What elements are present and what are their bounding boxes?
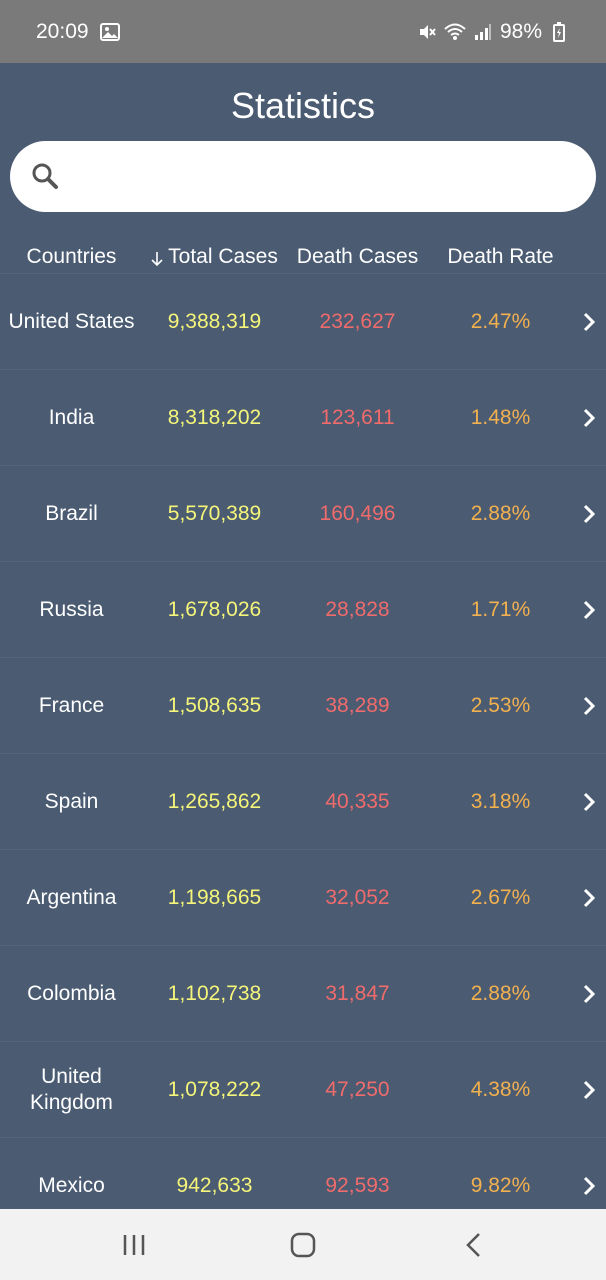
chevron-right-icon[interactable] [572, 466, 606, 562]
signal-icon [472, 21, 494, 43]
statistics-screen: Statistics Countries Total Cases Death C… [0, 63, 606, 1209]
death-rate: 4.38% [470, 1078, 531, 1101]
table-row[interactable]: United States 9,388,319 232,627 2.47% [0, 273, 606, 369]
table-row[interactable]: India 8,318,202 123,611 1.48% [0, 369, 606, 465]
country-name: United States [8, 310, 135, 333]
table-header: Countries Total Cases Death Cases Death … [0, 239, 606, 275]
page-title: Statistics [230, 85, 376, 126]
search-bar[interactable] [10, 141, 596, 212]
chevron-right-icon[interactable] [572, 1138, 606, 1209]
total-cases: 1,678,026 [167, 598, 262, 621]
total-cases: 8,318,202 [167, 406, 262, 429]
death-cases: 123,611 [320, 406, 395, 429]
country-name: India [48, 406, 95, 429]
death-cases: 28,828 [325, 598, 390, 621]
back-icon[interactable] [458, 1229, 490, 1261]
death-rate: 1.71% [470, 598, 531, 621]
chevron-right-icon[interactable] [572, 946, 606, 1042]
death-cases: 31,847 [325, 982, 390, 1005]
status-time: 20:09 [36, 19, 89, 43]
total-cases: 5,570,389 [167, 502, 262, 525]
country-name: Argentina [26, 886, 117, 909]
country-name: Russia [39, 598, 104, 621]
table-row[interactable]: Colombia 1,102,738 31,847 2.88% [0, 945, 606, 1041]
table-row[interactable]: Argentina 1,198,665 32,052 2.67% [0, 849, 606, 945]
death-rate: 1.48% [470, 406, 531, 429]
country-name: United Kingdom [30, 1065, 113, 1114]
death-cases: 38,289 [325, 694, 390, 717]
chevron-right-icon[interactable] [572, 562, 606, 658]
chevron-right-icon[interactable] [572, 658, 606, 754]
death-cases: 40,335 [325, 790, 390, 813]
chevron-right-icon[interactable] [572, 1042, 606, 1138]
country-name: France [38, 694, 105, 717]
statistics-table: United States 9,388,319 232,627 2.47% In… [0, 273, 606, 1209]
search-input[interactable] [76, 155, 576, 199]
death-cases: 47,250 [325, 1078, 390, 1101]
chevron-right-icon[interactable] [572, 274, 606, 370]
table-row[interactable]: France 1,508,635 38,289 2.53% [0, 657, 606, 753]
death-cases: 160,496 [319, 502, 396, 525]
mute-icon [416, 21, 438, 43]
total-cases: 1,265,862 [167, 790, 262, 813]
column-header-total-cases-label: Total Cases [168, 245, 278, 268]
table-row[interactable]: Brazil 5,570,389 160,496 2.88% [0, 465, 606, 561]
home-icon[interactable] [287, 1229, 319, 1261]
chevron-right-icon[interactable] [572, 754, 606, 850]
sort-descending-icon [151, 249, 163, 267]
table-row[interactable]: Russia 1,678,026 28,828 1.71% [0, 561, 606, 657]
total-cases: 9,388,319 [167, 310, 262, 333]
country-name: Brazil [45, 502, 98, 525]
search-icon [30, 161, 60, 191]
total-cases: 942,633 [176, 1174, 253, 1197]
total-cases: 1,198,665 [167, 886, 262, 909]
gallery-icon [99, 21, 121, 43]
death-cases: 232,627 [319, 310, 396, 333]
country-name: Spain [44, 790, 99, 813]
death-rate: 2.88% [470, 502, 531, 525]
death-cases: 32,052 [325, 886, 390, 909]
status-right: 98% [416, 20, 570, 44]
death-rate: 2.67% [470, 886, 531, 909]
column-header-total-cases[interactable]: Total Cases [143, 245, 286, 269]
column-header-death-cases[interactable]: Death Cases [286, 245, 429, 269]
death-rate: 2.53% [470, 694, 531, 717]
total-cases: 1,102,738 [167, 982, 262, 1005]
system-nav-bar [0, 1209, 606, 1280]
total-cases: 1,078,222 [167, 1078, 262, 1101]
battery-percent: 98% [499, 19, 542, 43]
death-rate: 2.88% [470, 982, 531, 1005]
recent-apps-icon[interactable] [118, 1229, 150, 1261]
death-rate: 9.82% [470, 1174, 531, 1197]
death-cases: 92,593 [325, 1174, 390, 1197]
table-row[interactable]: Mexico 942,633 92,593 9.82% [0, 1137, 606, 1209]
status-bar: 20:09 98% [0, 0, 606, 63]
status-left: 20:09 [36, 20, 121, 44]
chevron-right-icon[interactable] [572, 370, 606, 466]
battery-charging-icon [548, 21, 570, 43]
column-header-countries[interactable]: Countries [0, 245, 143, 269]
table-row[interactable]: United Kingdom 1,078,222 47,250 4.38% [0, 1041, 606, 1137]
table-row[interactable]: Spain 1,265,862 40,335 3.18% [0, 753, 606, 849]
death-rate: 3.18% [470, 790, 531, 813]
column-header-death-rate[interactable]: Death Rate [429, 245, 572, 269]
death-rate: 2.47% [470, 310, 531, 333]
country-name: Colombia [27, 982, 116, 1005]
total-cases: 1,508,635 [167, 694, 262, 717]
country-name: Mexico [38, 1174, 105, 1197]
wifi-icon [444, 21, 466, 43]
chevron-right-icon[interactable] [572, 850, 606, 946]
